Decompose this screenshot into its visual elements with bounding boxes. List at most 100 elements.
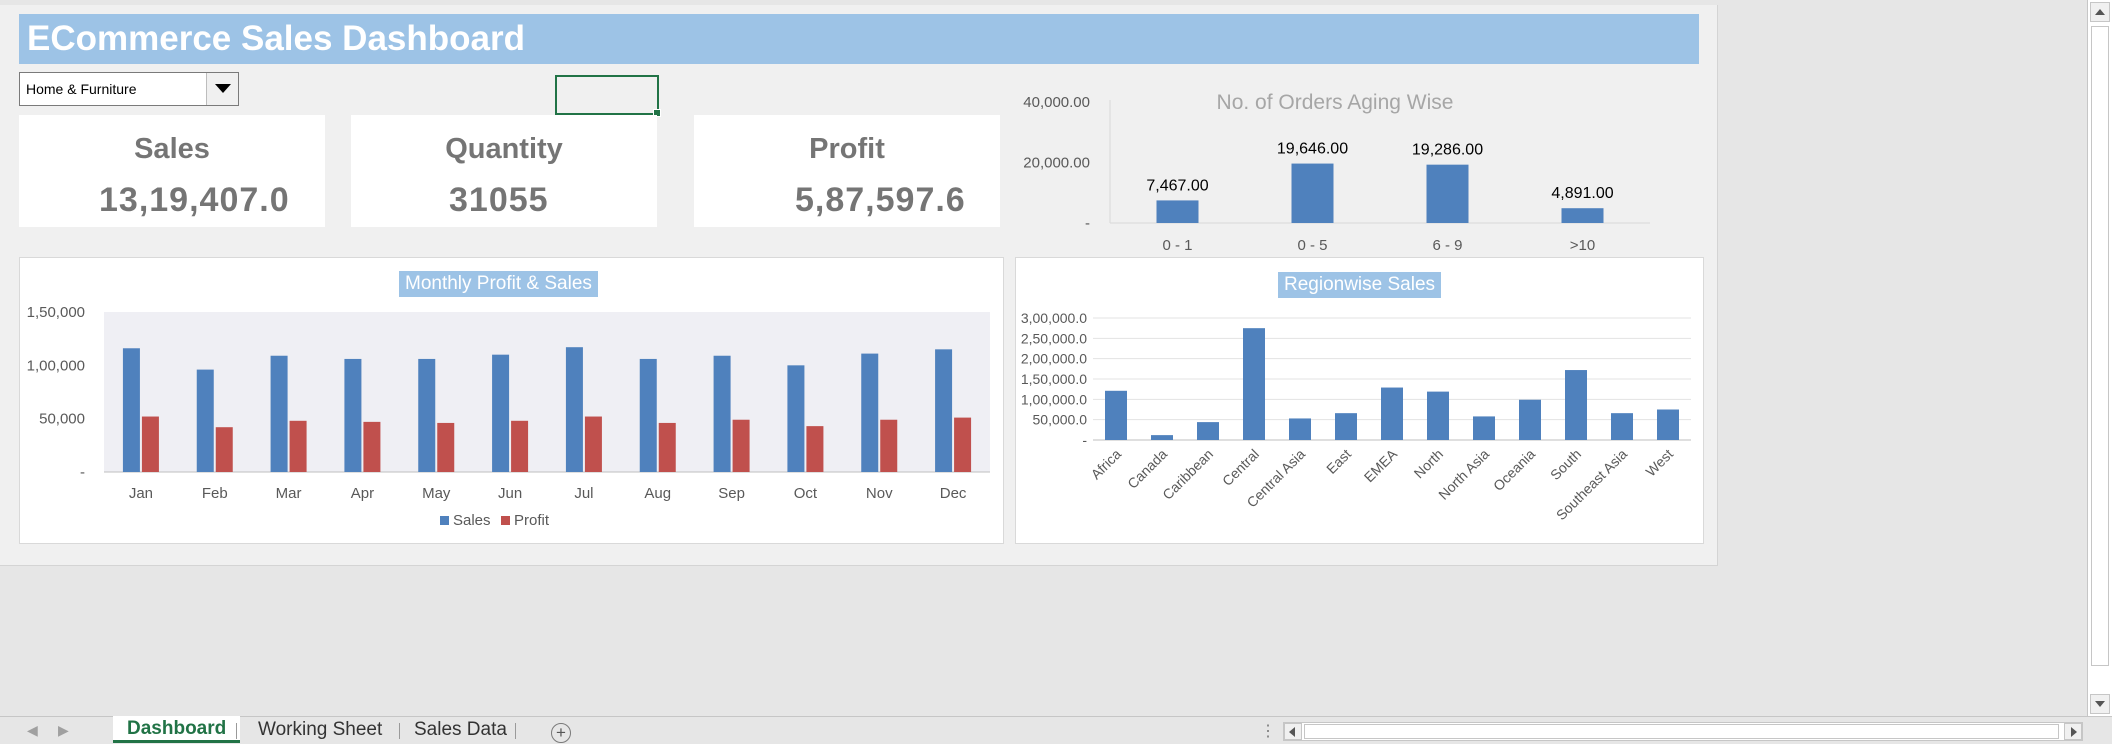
bar xyxy=(1519,399,1541,440)
selected-cell[interactable] xyxy=(555,75,661,117)
x-tick-label: South xyxy=(1547,446,1584,483)
bar-sales xyxy=(196,369,214,472)
x-tick-label: Africa xyxy=(1087,446,1124,483)
y-tick-label: 1,50,000.0 xyxy=(1021,371,1087,387)
x-tick-label: West xyxy=(1642,446,1676,480)
kpi-card-quantity: Quantity 31055 xyxy=(351,115,657,227)
x-tick-label: 6 - 9 xyxy=(1432,237,1462,254)
bar xyxy=(1427,391,1449,440)
legend-swatch-sales xyxy=(440,516,449,525)
tab-scroll-prev-icon[interactable]: ◀ xyxy=(27,722,38,739)
category-filter-dropdown[interactable]: Home & Furniture xyxy=(19,72,239,106)
aging-chart[interactable]: No. of Orders Aging Wise - 20,000.00 40,000… xyxy=(1010,80,1670,260)
x-tick-label: 0 - 5 xyxy=(1297,237,1327,254)
chevron-down-icon xyxy=(215,84,231,93)
scroll-down-button[interactable] xyxy=(2090,694,2110,714)
tab-working-sheet[interactable]: Working Sheet xyxy=(244,717,396,744)
bar xyxy=(1565,370,1587,440)
y-tick-label: - xyxy=(80,464,85,481)
tab-dashboard[interactable]: Dashboard xyxy=(113,716,241,743)
scroll-left-button[interactable] xyxy=(1284,723,1302,740)
bar-profit xyxy=(141,416,159,472)
y-tick-label: 50,000.0 xyxy=(1033,412,1088,428)
bar xyxy=(1473,416,1495,440)
x-tick-label: Apr xyxy=(351,485,374,502)
y-tick-label: - xyxy=(1085,215,1090,232)
bar-profit xyxy=(511,420,529,472)
bar-profit xyxy=(584,416,602,472)
kpi-value: 13,19,407.0 xyxy=(99,181,290,219)
x-tick-label: Jun xyxy=(498,485,522,502)
y-tick-label: - xyxy=(1082,432,1087,448)
x-tick-label: 0 - 1 xyxy=(1162,237,1192,254)
y-tick-label: 2,50,000.0 xyxy=(1021,330,1087,346)
bar-sales xyxy=(935,349,953,472)
scroll-right-button[interactable] xyxy=(2064,723,2082,740)
plot-area xyxy=(104,312,990,472)
bar xyxy=(1289,418,1311,440)
bar-profit xyxy=(806,426,824,472)
arrow-down-icon xyxy=(2095,701,2105,707)
y-tick-label: 1,50,000 xyxy=(27,304,85,321)
tab-separator xyxy=(236,723,237,739)
x-tick-label: East xyxy=(1323,446,1354,477)
tab-scroll-next-icon[interactable]: ▶ xyxy=(58,722,69,739)
dashboard-sheet: ECommerce Sales Dashboard Home & Furnitu… xyxy=(0,5,1718,566)
dashboard-title: ECommerce Sales Dashboard xyxy=(27,19,525,58)
scroll-thumb[interactable] xyxy=(2091,26,2109,666)
x-tick-label: North Asia xyxy=(1435,446,1492,503)
bar-sales xyxy=(492,354,510,472)
bar-sales xyxy=(418,358,436,472)
title-banner: ECommerce Sales Dashboard xyxy=(19,14,1699,64)
bar xyxy=(1151,435,1173,440)
data-label: 19,646.00 xyxy=(1277,141,1348,158)
bar-profit xyxy=(437,422,455,472)
add-sheet-icon[interactable]: + xyxy=(551,723,571,743)
bar-profit xyxy=(880,419,898,472)
legend-label: Profit xyxy=(514,512,550,529)
bar-sales xyxy=(565,347,583,472)
bar-sales xyxy=(122,348,140,472)
y-tick-label: 20,000.00 xyxy=(1023,155,1090,172)
bar-profit xyxy=(954,417,972,472)
x-tick-label: Jan xyxy=(129,485,153,502)
bar xyxy=(1426,164,1469,223)
category-filter-value: Home & Furniture xyxy=(26,81,137,97)
x-tick-label: Mar xyxy=(276,485,302,502)
monthly-chart: - 50,000 1,00,000 1,50,000 Jan Feb Mar Apr May Ju… xyxy=(27,304,990,529)
data-label: 7,467.00 xyxy=(1146,177,1208,194)
legend-swatch-profit xyxy=(501,516,510,525)
bar-sales xyxy=(713,355,731,472)
horizontal-scrollbar[interactable] xyxy=(1283,722,2083,741)
y-tick-label: 40,000.00 xyxy=(1023,94,1090,111)
tab-sales-data[interactable]: Sales Data xyxy=(400,717,521,744)
region-chart: - 50,000.0 1,00,000.0 1,50,000.0 2,00,000.0 2… xyxy=(1021,310,1691,523)
bar-sales xyxy=(639,358,657,472)
scroll-thumb[interactable] xyxy=(1304,724,2059,739)
bar-profit xyxy=(215,427,233,472)
bar xyxy=(1243,328,1265,440)
region-chart-panel[interactable]: Regionwise Sales -50,000.0 1,00,000.0 1,50… xyxy=(1015,257,1704,544)
x-tick-label: May xyxy=(422,485,451,502)
arrow-up-icon xyxy=(2095,9,2105,15)
data-label: 19,286.00 xyxy=(1412,142,1483,159)
bar-sales xyxy=(787,365,805,472)
more-options-icon[interactable]: ⋮ xyxy=(1260,721,1276,741)
kpi-card-sales: Sales 13,19,407.0 xyxy=(19,115,325,227)
arrow-left-icon xyxy=(1289,727,1295,737)
x-tick-label: Oceania xyxy=(1490,446,1538,494)
arrow-right-icon xyxy=(2071,727,2077,737)
vertical-scrollbar[interactable] xyxy=(2087,0,2112,716)
x-tick-label: Nov xyxy=(866,485,893,502)
bar xyxy=(1156,200,1199,223)
x-tick-label: Central xyxy=(1219,446,1262,489)
dropdown-arrow-button[interactable] xyxy=(206,73,238,105)
kpi-label: Sales xyxy=(134,133,210,165)
monthly-chart-panel[interactable]: Monthly Profit & Sales -50,000 1,00,000 1,… xyxy=(19,257,1004,544)
scroll-up-button[interactable] xyxy=(2090,2,2110,22)
bar xyxy=(1197,422,1219,440)
x-tick-label: Sep xyxy=(718,485,745,502)
x-tick-label: >10 xyxy=(1570,237,1595,254)
bar xyxy=(1291,163,1334,223)
x-tick-label: EMEA xyxy=(1361,445,1401,485)
